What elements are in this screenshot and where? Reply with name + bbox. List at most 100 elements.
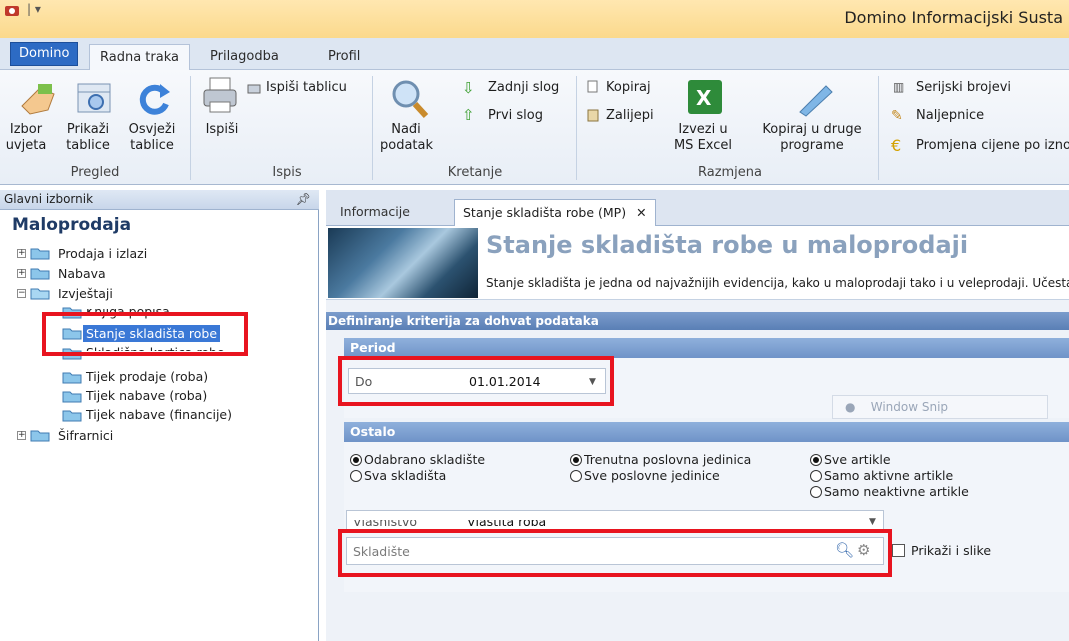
- pin-icon[interactable]: 📌︎: [296, 192, 311, 206]
- izvezi-excel-button[interactable]: Izvezi u MS Excel: [668, 122, 738, 154]
- radio-odabrano-skladiste[interactable]: Odabrano skladište: [350, 452, 485, 467]
- checkbox-box: [892, 544, 905, 557]
- magnifier-icon: [392, 80, 429, 119]
- window-snip-button[interactable]: ● Window Snip: [832, 395, 1048, 419]
- radio-dot: [810, 470, 822, 482]
- folder-icon: [62, 410, 82, 422]
- quick-access-dropdown-icon[interactable]: | ▾: [27, 2, 41, 16]
- radio-label: Sva skladišta: [364, 468, 447, 483]
- prikazi-slike-checkbox[interactable]: Prikaži i slike: [892, 543, 991, 558]
- radio-label: Trenutna poslovna jedinica: [584, 452, 752, 467]
- tree-item-tijek-nabave-roba[interactable]: Tijek nabave (roba): [86, 387, 207, 404]
- tab-prilagodba[interactable]: Prilagodba: [200, 44, 289, 70]
- expand-icon[interactable]: +: [17, 269, 26, 278]
- paste-icon: [587, 109, 599, 122]
- radio-label: Sve artikle: [824, 452, 891, 467]
- radio-dot: [570, 454, 582, 466]
- group-label-razmjena: Razmjena: [697, 165, 763, 180]
- group-divider: [878, 76, 879, 180]
- arrow-up-icon: ⇧: [462, 106, 475, 124]
- group-divider: [372, 76, 373, 180]
- table-search-icon: [77, 83, 111, 113]
- copy-icon: [587, 80, 598, 93]
- folder-icon: [62, 372, 82, 384]
- group-label-kretanje: Kretanje: [447, 165, 503, 180]
- chevron-down-icon[interactable]: ▼: [869, 517, 876, 527]
- doc-tab-stanje[interactable]: Stanje skladišta robe (MP) ✕: [454, 199, 656, 226]
- radio-sve-artikle[interactable]: Sve artikle: [810, 452, 891, 467]
- group-label-ispis: Ispis: [272, 165, 302, 180]
- svg-text:X: X: [696, 86, 712, 110]
- naljepnice-button[interactable]: Naljepnice: [916, 108, 984, 123]
- checkbox-label: Prikaži i slike: [911, 543, 992, 558]
- criteria-header: Definiranje kriterija za dohvat podataka: [326, 312, 1069, 330]
- title-bar: | ▾ Domino Informacijski Susta: [0, 0, 1069, 38]
- tree-item-tijek-nabave-fin[interactable]: Tijek nabave (financije): [86, 406, 232, 423]
- banner-text: Stanje skladišta je jedna od najvažnijih…: [486, 276, 1069, 290]
- sidebar: Glavni izbornik 📌︎ Maloprodaja + Prodaja…: [0, 190, 319, 641]
- izbor-uvjeta-button[interactable]: Izbor uvjeta: [4, 122, 48, 154]
- label-icon: ✎: [891, 108, 903, 124]
- close-icon[interactable]: ✕: [636, 205, 646, 220]
- export-pen-icon: [799, 85, 833, 117]
- promjena-cijene-button[interactable]: Promjena cijene po izno: [916, 138, 1069, 153]
- zalijepi-button[interactable]: Zalijepi: [606, 108, 654, 123]
- radio-trenutna-jedinica[interactable]: Trenutna poslovna jedinica: [570, 452, 751, 467]
- ispisi-button[interactable]: Ispiši: [204, 122, 240, 138]
- banner-image: [328, 228, 478, 298]
- tree-item-prodaja[interactable]: Prodaja i izlazi: [58, 245, 147, 262]
- tab-profil[interactable]: Profil: [318, 44, 370, 70]
- radio-label: Sve poslovne jedinice: [584, 468, 720, 483]
- radio-sva-skladista[interactable]: Sva skladišta: [350, 468, 446, 483]
- expand-icon[interactable]: +: [17, 249, 26, 258]
- tab-radna-traka[interactable]: Radna traka: [89, 44, 190, 71]
- hand-filter-icon: [21, 84, 55, 115]
- collapse-icon[interactable]: −: [17, 289, 26, 298]
- radio-label: Samo neaktivne artikle: [824, 484, 969, 499]
- doc-tab-label: Stanje skladišta robe (MP): [463, 205, 627, 220]
- record-icon: ●: [845, 400, 856, 414]
- radio-sve-jedinice[interactable]: Sve poslovne jedinice: [570, 468, 720, 483]
- group-label-pregled: Pregled: [70, 165, 120, 180]
- tree-item-sifrarnici[interactable]: Šifrarnici: [58, 427, 113, 444]
- radio-dot: [810, 486, 822, 498]
- radio-dot: [350, 470, 362, 482]
- serijski-brojevi-button[interactable]: Serijski brojevi: [916, 80, 1011, 95]
- highlight-box: [42, 312, 248, 356]
- sidebar-header: Glavni izbornik 📌︎: [0, 190, 319, 210]
- kopiraj-button[interactable]: Kopiraj: [606, 80, 651, 95]
- banner-title: Stanje skladišta robe u maloprodaji: [486, 231, 969, 259]
- prikazi-tablice-button[interactable]: Prikaži tablice: [62, 122, 114, 154]
- folder-icon: [30, 248, 50, 260]
- excel-icon: X: [688, 80, 722, 114]
- section-ostalo: Ostalo: [344, 422, 1069, 442]
- doc-tab-informacije[interactable]: Informacije: [332, 199, 418, 226]
- banner: Stanje skladišta robe u maloprodaji Stan…: [326, 226, 1069, 300]
- tab-domino[interactable]: Domino: [10, 42, 79, 66]
- radio-label: Samo aktivne artikle: [824, 468, 954, 483]
- tree-item-tijek-prodaje[interactable]: Tijek prodaje (roba): [86, 368, 208, 385]
- radio-neaktivne-artikle[interactable]: Samo neaktivne artikle: [810, 484, 969, 499]
- tree-item-izvjestaji[interactable]: Izvještaji: [58, 285, 113, 302]
- vlasnistvo-value: Vlastita roba: [467, 514, 547, 529]
- radio-aktivne-artikle[interactable]: Samo aktivne artikle: [810, 468, 953, 483]
- expand-icon[interactable]: +: [17, 431, 26, 440]
- kopiraj-druge-button[interactable]: Kopiraj u druge programe: [752, 122, 872, 154]
- barcode-icon: ▥: [893, 80, 905, 94]
- group-divider: [190, 76, 191, 180]
- folder-icon: [62, 391, 82, 403]
- ribbon: Izbor uvjeta Prikaži tablice Osvježi tab…: [0, 70, 1069, 185]
- prvi-slog-button[interactable]: Prvi slog: [488, 108, 543, 123]
- tree-item-nabava[interactable]: Nabava: [58, 265, 106, 282]
- radio-dot: [810, 454, 822, 466]
- nadi-podatak-button[interactable]: Nađi podatak: [380, 122, 433, 154]
- ribbon-tab-bar: Domino Radna traka Prilagodba Profil: [0, 38, 1069, 71]
- group-divider: [576, 76, 577, 180]
- zadnji-slog-button[interactable]: Zadnji slog: [488, 80, 559, 95]
- osvjezi-tablice-button[interactable]: Osvježi tablice: [124, 122, 180, 154]
- app-icon[interactable]: [4, 4, 22, 18]
- ispisi-tablicu-button[interactable]: Ispiši tablicu: [266, 80, 347, 95]
- highlight-box: [338, 356, 614, 406]
- document-tab-bar: Informacije Stanje skladišta robe (MP) ✕: [326, 190, 1069, 226]
- folder-icon: [30, 430, 50, 442]
